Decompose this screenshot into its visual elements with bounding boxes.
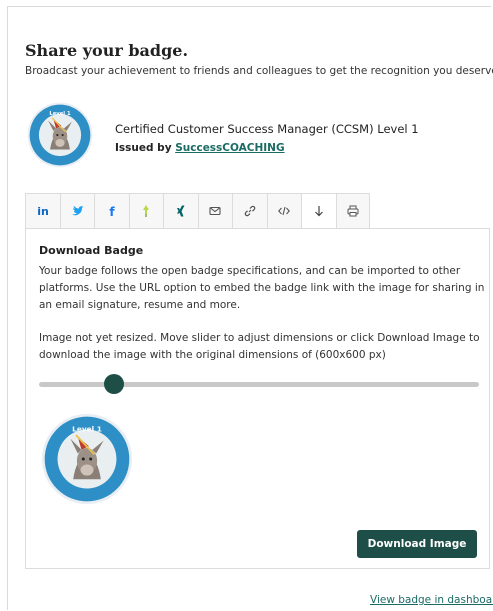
- badge-issuer-line: Issued by SuccessCOACHING: [115, 142, 285, 154]
- download-icon: [314, 206, 323, 217]
- download-panel: Download Badge Your badge follows the op…: [25, 228, 490, 569]
- svg-text:in: in: [37, 205, 49, 218]
- tab-bookmark[interactable]: [128, 193, 163, 229]
- link-icon: [244, 205, 256, 217]
- page-title: Share your badge.: [25, 41, 189, 60]
- download-description: Your badge follows the open badge specif…: [39, 265, 485, 311]
- tab-embed[interactable]: [266, 193, 301, 229]
- tab-download[interactable]: [301, 193, 336, 229]
- print-icon: [347, 205, 359, 217]
- tab-twitter[interactable]: [59, 193, 94, 229]
- download-image-button[interactable]: Download Image: [357, 530, 477, 558]
- issuer-link[interactable]: SuccessCOACHING: [175, 142, 284, 154]
- bookmark-icon: [143, 205, 150, 217]
- badge-image-preview: Level 1: [41, 413, 133, 505]
- tab-xing[interactable]: [163, 193, 198, 229]
- facebook-icon: f: [109, 205, 115, 218]
- tab-print[interactable]: [335, 193, 370, 229]
- page-subtitle: Broadcast your achievement to friends an…: [25, 65, 493, 77]
- slider-thumb[interactable]: [103, 374, 124, 394]
- email-icon: [209, 206, 221, 216]
- tab-linkedin[interactable]: in: [25, 193, 60, 229]
- badge-image-small: Level 1: [27, 102, 93, 168]
- xing-icon: [176, 205, 185, 217]
- tab-email[interactable]: [197, 193, 232, 229]
- svg-text:Level 1: Level 1: [49, 111, 71, 117]
- svg-text:f: f: [109, 205, 115, 218]
- view-badge-dashboard-link[interactable]: View badge in dashboard: [370, 594, 493, 606]
- twitter-icon: [72, 205, 84, 216]
- linkedin-icon: in: [37, 205, 49, 218]
- share-tabs: in f: [25, 193, 370, 229]
- issued-by-label: Issued by: [115, 142, 176, 154]
- badge-name: Certified Customer Success Manager (CCSM…: [115, 122, 419, 136]
- embed-code-icon: [278, 206, 291, 216]
- resize-instructions: Image not yet resized. Move slider to ad…: [39, 332, 480, 361]
- download-panel-title: Download Badge: [39, 244, 144, 257]
- size-slider[interactable]: [39, 373, 479, 395]
- svg-text:Level 1: Level 1: [72, 424, 102, 433]
- tab-link[interactable]: [232, 193, 267, 229]
- tab-facebook[interactable]: f: [94, 193, 129, 229]
